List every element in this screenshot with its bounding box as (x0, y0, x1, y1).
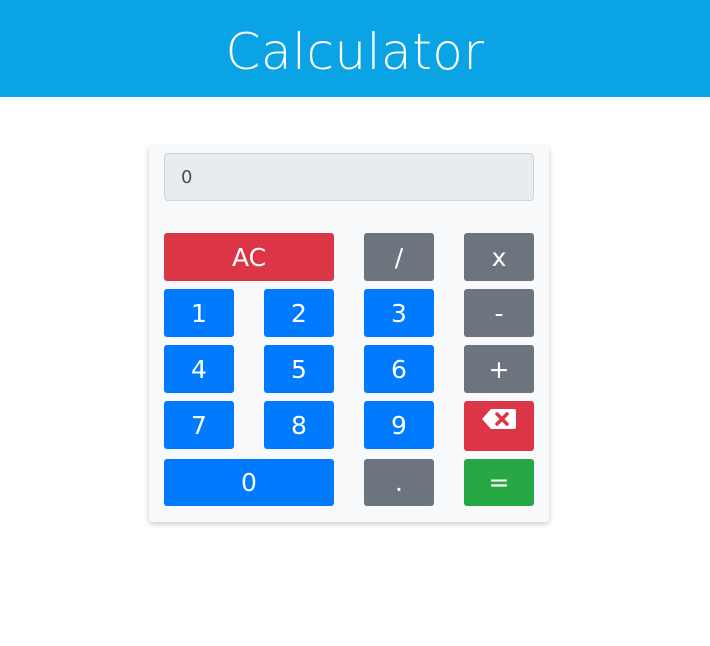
digit-7-label: 7 (191, 410, 207, 440)
add-button[interactable]: + (464, 345, 534, 393)
digit-9-label: 9 (391, 410, 407, 440)
digit-9-button[interactable]: 9 (364, 401, 434, 449)
decimal-button-label: . (395, 468, 403, 497)
multiply-button[interactable]: x (464, 233, 534, 281)
divide-button[interactable]: / (364, 233, 434, 281)
subtract-button-label: - (494, 298, 504, 328)
digit-7-button[interactable]: 7 (164, 401, 234, 449)
digit-2-button[interactable]: 2 (264, 289, 334, 337)
digit-8-button[interactable]: 8 (264, 401, 334, 449)
backspace-button[interactable] (464, 401, 534, 451)
calculator-card: AC / x 1 2 3 - 4 5 6 + 7 8 9 (149, 146, 549, 522)
decimal-button[interactable]: . (364, 459, 434, 506)
equals-button-label: = (488, 468, 510, 497)
digit-5-button[interactable]: 5 (264, 345, 334, 393)
divide-button-label: / (394, 242, 404, 272)
subtract-button[interactable]: - (464, 289, 534, 337)
clear-button[interactable]: AC (164, 233, 334, 281)
add-button-label: + (488, 354, 510, 384)
digit-8-label: 8 (291, 410, 307, 440)
calculator-display[interactable] (164, 153, 534, 201)
backspace-icon (482, 409, 516, 429)
digit-0-label: 0 (241, 468, 257, 497)
digit-3-label: 3 (391, 298, 407, 328)
digit-1-label: 1 (191, 298, 207, 328)
digit-3-button[interactable]: 3 (364, 289, 434, 337)
equals-button[interactable]: = (464, 459, 534, 506)
digit-0-button[interactable]: 0 (164, 459, 334, 506)
digit-2-label: 2 (291, 298, 307, 328)
digit-1-button[interactable]: 1 (164, 289, 234, 337)
digit-5-label: 5 (291, 354, 307, 384)
multiply-button-label: x (491, 242, 507, 272)
digit-4-label: 4 (191, 354, 207, 384)
digit-4-button[interactable]: 4 (164, 345, 234, 393)
digit-6-button[interactable]: 6 (364, 345, 434, 393)
app-header: Calculator (0, 0, 710, 97)
clear-button-label: AC (231, 242, 267, 272)
page-title: Calculator (225, 22, 485, 81)
digit-6-label: 6 (391, 354, 407, 384)
